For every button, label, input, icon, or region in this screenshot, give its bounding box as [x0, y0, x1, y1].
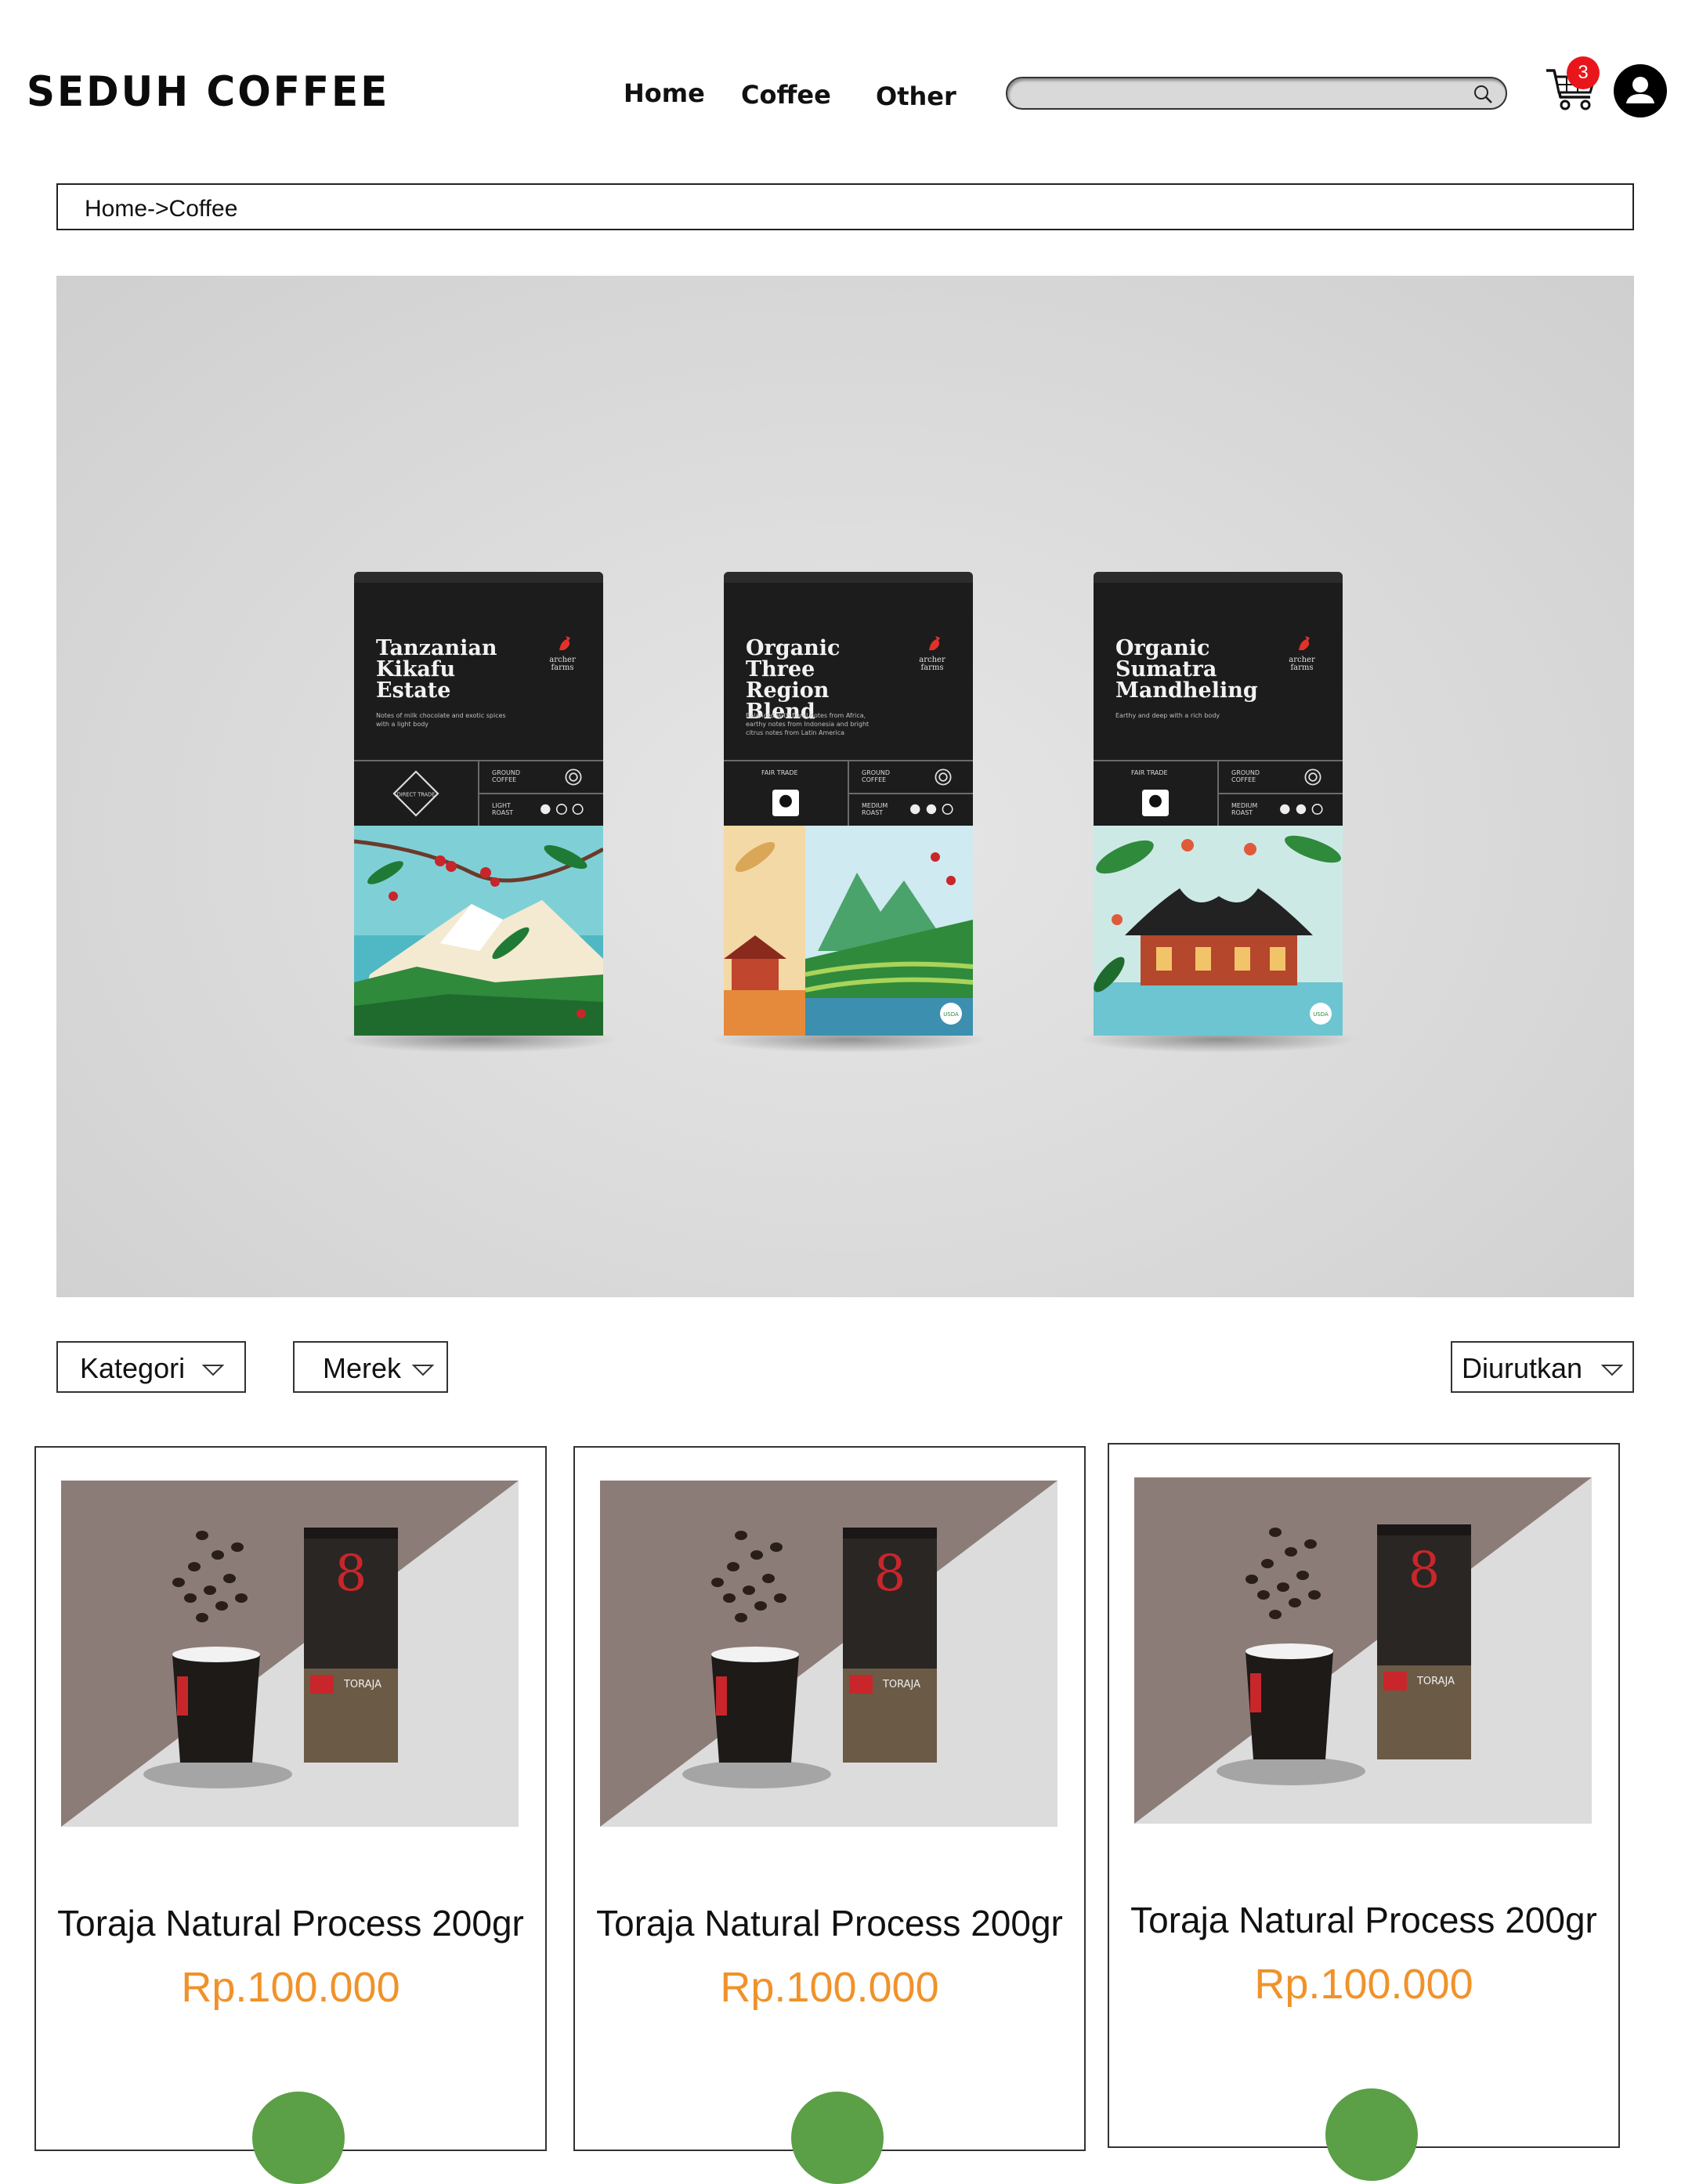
svg-text:USDA: USDA: [1313, 1011, 1329, 1018]
product-card[interactable]: 8 TORAJA Toraja Natural Process 200gr Rp…: [1108, 1443, 1620, 2181]
bag-description: Balanced with floral notes from Africa, …: [746, 712, 870, 736]
svg-text:TORAJA: TORAJA: [343, 1679, 381, 1690]
ground-coffee-icon: [935, 768, 952, 786]
bag-brand: archer farms: [549, 656, 576, 672]
bag-name: Organic Sumatra Mandheling: [1115, 636, 1258, 703]
product-title[interactable]: Toraja Natural Process 200gr: [36, 1902, 545, 1944]
fair-trade-icon: [772, 790, 799, 816]
svg-text:8: 8: [335, 1545, 367, 1603]
svg-text:DIRECT TRADE: DIRECT TRADE: [397, 791, 436, 797]
nav-other[interactable]: Other: [876, 81, 956, 111]
roast-level: [1280, 804, 1323, 815]
bag-brand: archer farms: [919, 656, 945, 672]
product-card[interactable]: 8 TORAJA Toraja Natural Process 200gr Rp…: [573, 1446, 1086, 2184]
user-icon: [1626, 77, 1654, 103]
add-to-cart-button[interactable]: [1325, 2088, 1418, 2181]
profile-button[interactable]: [1614, 64, 1667, 118]
bag-roast: MEDIUM ROAST: [862, 802, 888, 816]
direct-trade-icon: DIRECT TRADE: [392, 770, 439, 817]
bag-grind: GROUND COFFEE: [1231, 769, 1260, 783]
roast-level: [540, 804, 584, 815]
chevron-down-icon: [412, 1365, 434, 1376]
brand-dropdown-label: Merek: [323, 1352, 402, 1384]
bag-description: Notes of milk chocolate and exotic spice…: [376, 712, 506, 728]
product-image: 8 TORAJA: [61, 1481, 519, 1827]
hero-banner: Tanzanian Kikafu Estate archer farms Not…: [56, 276, 1634, 1297]
coffee-bag-3: Organic Sumatra Mandheling archer farms …: [1078, 572, 1358, 1053]
sort-dropdown-label: Diurutkan: [1462, 1352, 1583, 1384]
product-card[interactable]: 8 TORAJA Toraja Natural Process 200gr Rp…: [34, 1446, 547, 2184]
fair-trade-icon: [1142, 790, 1169, 816]
bag-badge: FAIR TRADE: [761, 769, 798, 776]
ground-coffee-icon: [565, 768, 582, 786]
svg-text:8: 8: [874, 1545, 906, 1603]
rooster-icon: [1299, 636, 1310, 650]
svg-text:8: 8: [1408, 1542, 1441, 1600]
coffee-bag-1: Tanzanian Kikafu Estate archer farms Not…: [338, 572, 619, 1053]
product-image: 8 TORAJA: [600, 1481, 1058, 1827]
bag-description: Earthy and deep with a rich body: [1115, 712, 1220, 719]
add-to-cart-button[interactable]: [791, 2092, 884, 2184]
chevron-down-icon: [202, 1365, 224, 1376]
bag-illustration-house: USDA: [1094, 826, 1343, 1036]
search-bar: [1006, 77, 1507, 110]
nav-coffee[interactable]: Coffee: [741, 80, 831, 110]
product-price: Rp.100.000: [1254, 1961, 1473, 2008]
bag-brand: archer farms: [1289, 656, 1315, 672]
add-to-cart-button[interactable]: [252, 2092, 345, 2184]
bag-badge: FAIR TRADE: [1131, 769, 1168, 776]
svg-text:USDA: USDA: [943, 1011, 959, 1018]
breadcrumb-text[interactable]: Home->Coffee: [85, 196, 237, 222]
bag-grind: GROUND COFFEE: [862, 769, 891, 783]
brand-dropdown[interactable]: Merek: [293, 1341, 448, 1393]
product-title[interactable]: Toraja Natural Process 200gr: [1109, 1899, 1618, 1941]
chevron-down-icon: [1601, 1365, 1623, 1376]
bag-roast: MEDIUM ROAST: [1231, 802, 1258, 816]
bag-illustration-mountain: [354, 826, 603, 1036]
bag-grind: GROUND COFFEE: [492, 769, 521, 783]
svg-text:TORAJA: TORAJA: [1416, 1676, 1455, 1687]
coffee-bag-2: Organic Three Region Blend archer farms …: [708, 572, 989, 1053]
roast-level: [910, 804, 953, 815]
cart-count-badge: 3: [1567, 56, 1600, 89]
category-dropdown[interactable]: Kategori: [56, 1341, 246, 1393]
search-input[interactable]: [1025, 83, 1451, 105]
svg-text:TORAJA: TORAJA: [882, 1679, 920, 1690]
bag-illustration-landscape: USDA: [724, 826, 973, 1036]
breadcrumb: Home->Coffee: [56, 183, 1634, 230]
rooster-icon: [559, 636, 570, 650]
product-price: Rp.100.000: [720, 1964, 939, 2011]
search-icon[interactable]: [1471, 82, 1495, 106]
ground-coffee-icon: [1304, 768, 1321, 786]
product-image: 8 TORAJA: [1134, 1477, 1592, 1824]
nav-home[interactable]: Home: [624, 78, 705, 108]
rooster-icon: [929, 636, 940, 650]
bag-name: Tanzanian Kikafu Estate: [376, 636, 497, 703]
product-title[interactable]: Toraja Natural Process 200gr: [575, 1902, 1084, 1944]
product-price: Rp.100.000: [181, 1964, 400, 2011]
category-dropdown-label: Kategori: [80, 1352, 186, 1384]
bag-roast: LIGHT ROAST: [492, 802, 514, 816]
sort-dropdown[interactable]: Diurutkan: [1451, 1341, 1634, 1393]
site-logo[interactable]: SEDUH COFFEE: [27, 68, 389, 116]
bag-name: Organic Three Region Blend: [746, 636, 841, 724]
